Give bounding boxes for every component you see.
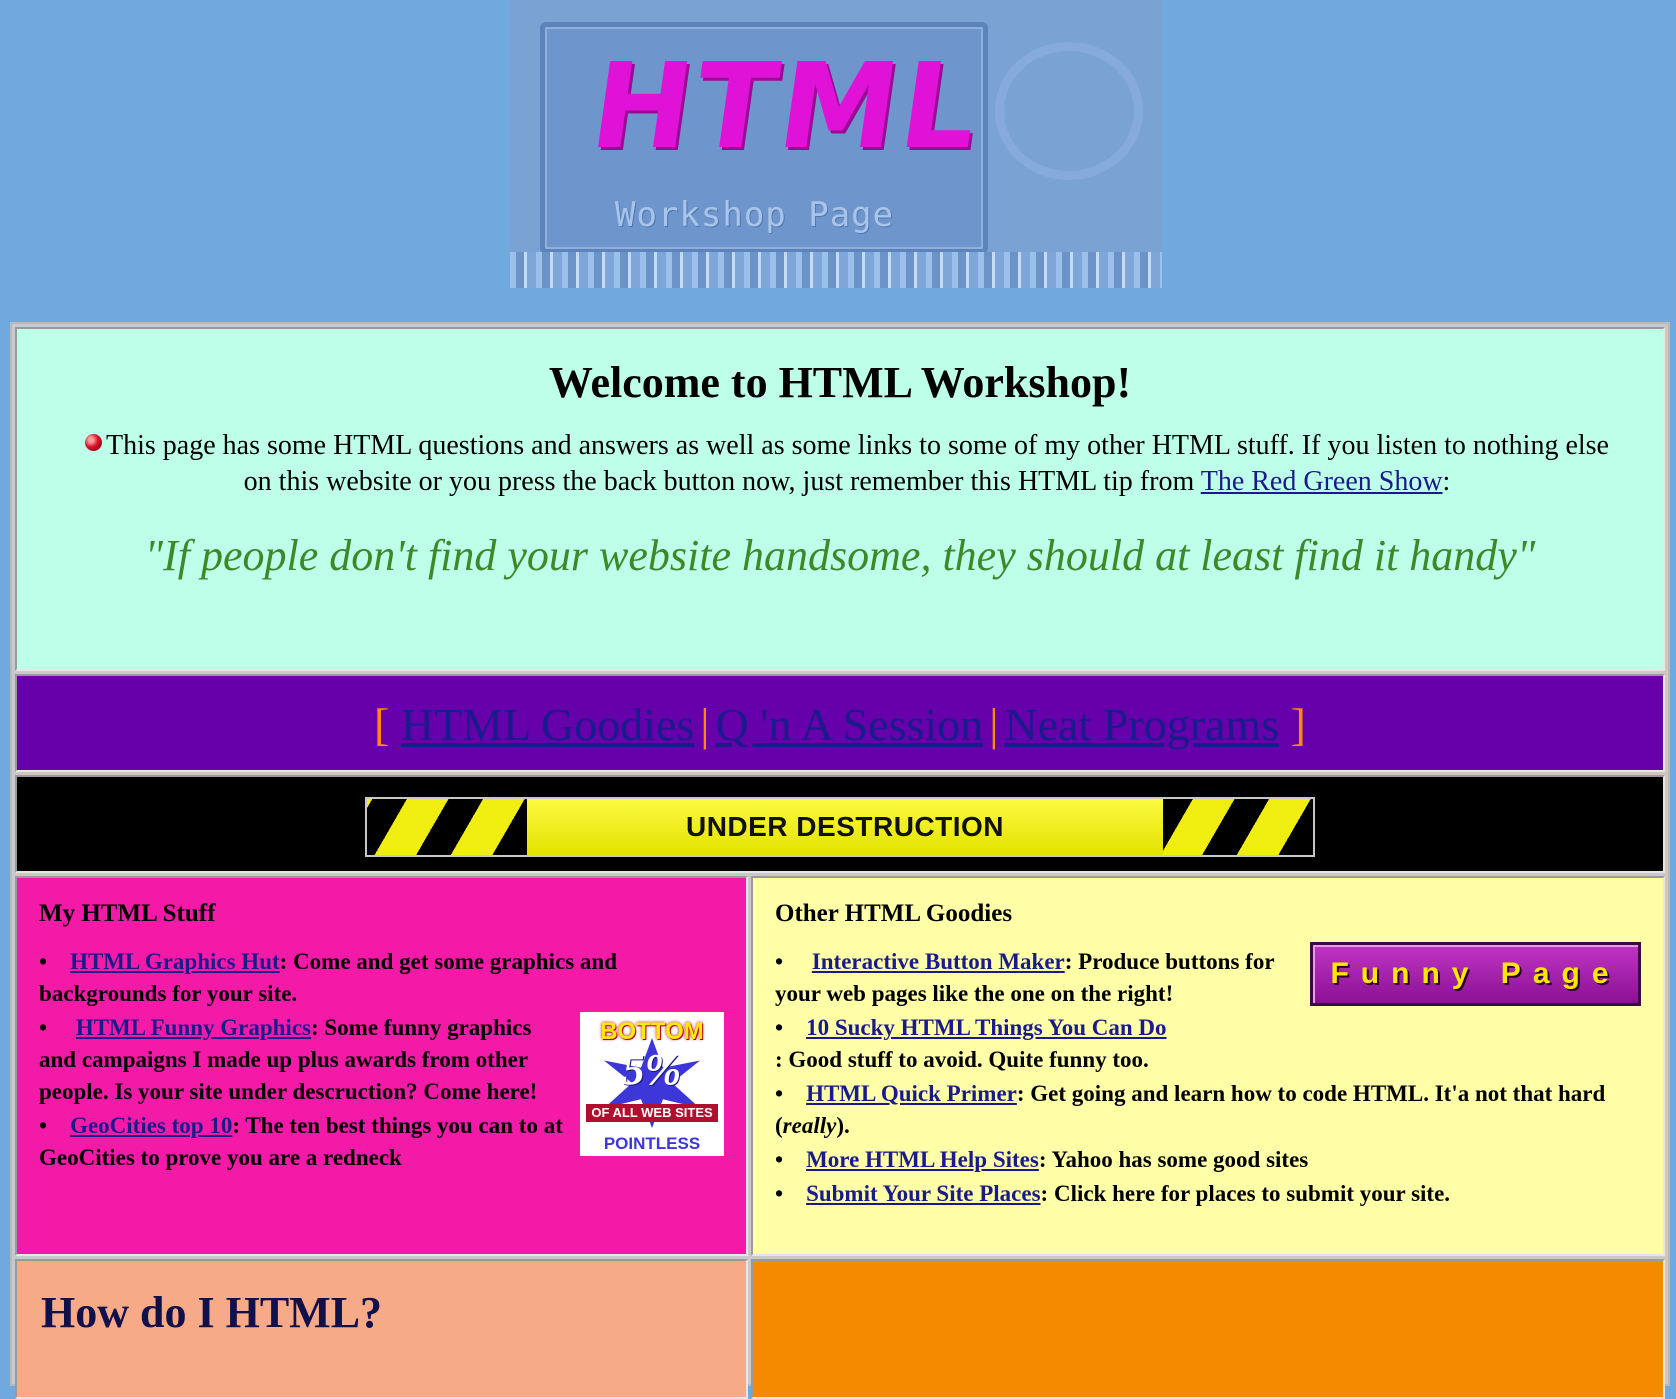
- banner-card: HTML Workshop Page: [540, 22, 991, 254]
- other-html-goodies-cell: Other HTML Goodies Funny Page Interactiv…: [751, 876, 1665, 1256]
- nav-links: [ HTML Goodies | Q 'n A Session | Neat Progr…: [17, 698, 1663, 751]
- nav-open-bracket: [: [374, 699, 390, 750]
- funny-page-button[interactable]: Funny Page: [1310, 942, 1641, 1006]
- award-band-text: OF ALL WEB SITES: [586, 1104, 718, 1122]
- banner-subtitle: Workshop Page: [615, 195, 895, 235]
- list-item-desc: : Yahoo has some good sites: [1038, 1147, 1309, 1172]
- list-item: HTML Quick Primer: Get going and learn h…: [775, 1078, 1641, 1142]
- award-bottom-text: POINTLESS: [603, 1134, 701, 1153]
- main-table: Welcome to HTML Workshop! This page has …: [10, 322, 1670, 1399]
- list-item: 10 Sucky HTML Things You Can Do : Good st…: [775, 1012, 1641, 1076]
- more-help-sites-link[interactable]: More HTML Help Sites: [806, 1147, 1039, 1172]
- nav-separator: |: [989, 699, 999, 750]
- list-item-desc: : Good stuff to avoid. Quite funny too.: [775, 1047, 1149, 1072]
- really-emphasis: really: [782, 1113, 837, 1138]
- award-top-text: BOTTOM: [600, 1018, 704, 1045]
- my-html-stuff-list: HTML Graphics Hut: Come and get some gra…: [39, 946, 724, 1174]
- bottom-5-percent-award-image: BOTTOM 5% OF ALL WEB SITES POINTLESS: [580, 1012, 724, 1156]
- how-do-i-html-cell: How do I HTML?: [15, 1259, 748, 1399]
- under-destruction-cell: UNDER DESTRUCTION: [15, 775, 1665, 873]
- nav-close-bracket: ]: [1290, 699, 1306, 750]
- hazard-stripes-right: [1163, 799, 1313, 855]
- button-maker-link[interactable]: Interactive Button Maker: [812, 949, 1065, 974]
- list-item-desc: : Click here for places to submit your s…: [1040, 1181, 1451, 1206]
- nav-bar-cell: [ HTML Goodies | Q 'n A Session | Neat Progr…: [15, 674, 1665, 772]
- award-number: 5%: [622, 1045, 682, 1094]
- list-item-desc-end: ).: [836, 1113, 850, 1138]
- sucky-things-link[interactable]: 10 Sucky HTML Things You Can Do: [806, 1015, 1166, 1040]
- nav-link-neat-programs[interactable]: Neat Programs: [1004, 699, 1279, 750]
- graphics-hut-link[interactable]: HTML Graphics Hut: [70, 949, 280, 974]
- quick-primer-link[interactable]: HTML Quick Primer: [806, 1081, 1017, 1106]
- hazard-stripes-left: [367, 799, 527, 855]
- orange-cell: [751, 1259, 1665, 1399]
- red-ball-bullet-icon: [85, 434, 103, 451]
- list-item: Funny Page Interactive Button Maker: Pro…: [775, 942, 1641, 1010]
- red-green-show-link[interactable]: The Red Green Show: [1201, 466, 1443, 497]
- banner-decorative-ring: [995, 42, 1143, 180]
- welcome-heading: Welcome to HTML Workshop!: [548, 358, 1132, 407]
- intro-colon: :: [1442, 466, 1451, 497]
- my-html-stuff-cell: My HTML Stuff HTML Graphics Hut: Come an…: [15, 876, 748, 1256]
- list-item: BOTTOM 5% OF ALL WEB SITES POINTLESS HTM…: [39, 1012, 724, 1156]
- my-html-stuff-heading: My HTML Stuff: [39, 900, 216, 927]
- under-destruction-text: UNDER DESTRUCTION: [527, 799, 1163, 855]
- banner-title: HTML: [583, 37, 991, 175]
- under-destruction-banner: UNDER DESTRUCTION: [365, 797, 1315, 857]
- funny-graphics-link[interactable]: HTML Funny Graphics: [76, 1015, 311, 1040]
- nav-link-html-goodies[interactable]: HTML Goodies: [401, 699, 694, 750]
- handy-quote: "If people don't find your website hands…: [144, 531, 1536, 580]
- welcome-cell: Welcome to HTML Workshop! This page has …: [15, 327, 1665, 671]
- geocities-top10-link[interactable]: GeoCities top 10: [70, 1113, 232, 1138]
- other-html-goodies-list: Funny Page Interactive Button Maker: Pro…: [775, 942, 1641, 1210]
- nav-link-qna-session[interactable]: Q 'n A Session: [716, 699, 984, 750]
- list-item: Submit Your Site Places: Click here for …: [775, 1178, 1641, 1210]
- how-do-i-html-heading: How do I HTML?: [41, 1288, 383, 1337]
- nav-separator: |: [700, 699, 710, 750]
- list-item: More HTML Help Sites: Yahoo has some goo…: [775, 1144, 1641, 1176]
- list-item: HTML Graphics Hut: Come and get some gra…: [39, 946, 724, 1010]
- banner-decorative-strip: [510, 252, 1162, 288]
- submit-site-places-link[interactable]: Submit Your Site Places: [806, 1181, 1040, 1206]
- intro-paragraph: This page has some HTML questions and an…: [71, 428, 1623, 500]
- html-workshop-banner-image: HTML Workshop Page: [510, 0, 1162, 288]
- other-html-goodies-heading: Other HTML Goodies: [775, 900, 1013, 927]
